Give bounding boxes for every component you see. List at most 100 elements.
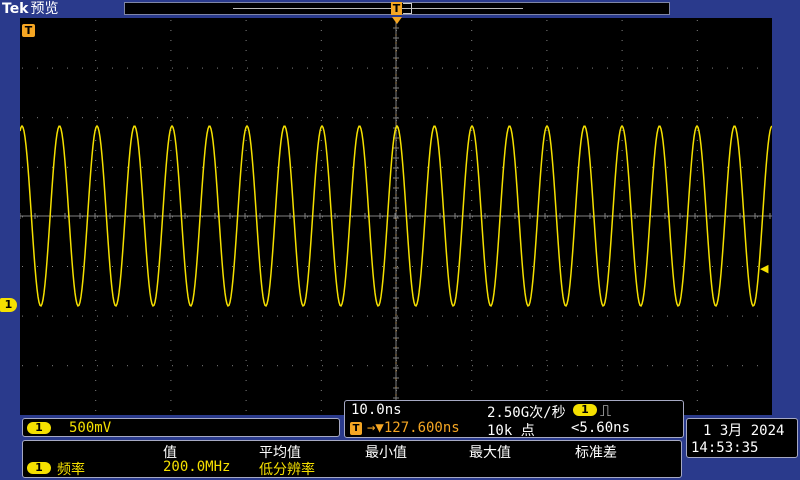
grid-dot <box>170 70 172 71</box>
grid-dot <box>546 160 548 161</box>
grid-dot <box>245 390 247 391</box>
grid-dot <box>546 20 548 21</box>
graticule <box>20 18 772 415</box>
grid-dot <box>546 230 548 231</box>
grid-dot <box>170 240 172 241</box>
grid-dot <box>696 100 698 101</box>
grid-dot <box>397 216 398 218</box>
grid-dot <box>22 67 23 69</box>
grid-dot <box>621 280 623 281</box>
date-time-readout[interactable]: 1 3月 2024 14:53:35 <box>686 418 798 458</box>
grid-dot <box>621 230 623 231</box>
grid-dot <box>547 315 548 317</box>
grid-dot <box>307 266 308 267</box>
grid-dot <box>157 266 158 267</box>
grid-dot <box>621 170 623 171</box>
grid-dot <box>217 117 218 119</box>
grid-dot <box>471 390 473 391</box>
grid-dot <box>757 117 758 119</box>
grid-dot <box>37 315 38 317</box>
grid-dot <box>696 230 698 231</box>
time: 14:53:35 <box>691 440 759 456</box>
trigger-level-marker[interactable]: ◀ <box>760 263 768 275</box>
grid-dot <box>471 230 473 231</box>
grid-dot <box>502 365 503 367</box>
grid-dot <box>37 365 38 367</box>
grid-dot <box>427 67 428 69</box>
grid-dot <box>727 315 728 317</box>
channel1-readout[interactable]: 1 500mV <box>22 418 340 437</box>
grid-dot <box>320 320 322 321</box>
grid-dot <box>667 266 668 267</box>
grid-dot <box>382 117 383 119</box>
grid-dot <box>337 315 338 317</box>
grid-dot <box>696 200 698 201</box>
trigger-position-marker[interactable]: T <box>22 24 35 37</box>
grid-dot <box>320 340 322 341</box>
grid-dot <box>547 266 548 267</box>
grid-dot <box>532 166 533 168</box>
grid-dot <box>696 380 698 381</box>
grid-dot <box>217 365 218 367</box>
grid-dot <box>667 67 668 69</box>
grid-dot <box>352 266 353 267</box>
grid-dot <box>412 266 413 267</box>
grid-dot <box>697 166 698 168</box>
grid-dot <box>696 360 698 361</box>
grid-dot <box>652 266 653 267</box>
grid-dot <box>607 166 608 168</box>
grid-dot <box>95 170 97 171</box>
grid-dot <box>322 315 323 317</box>
grid-dot <box>757 315 758 317</box>
grid-dot <box>487 365 488 367</box>
grid-dot <box>712 266 713 267</box>
grid-dot <box>170 150 172 151</box>
measurement-name: 频率 <box>57 462 85 478</box>
grid-dot <box>170 390 172 391</box>
grid-dot <box>112 266 113 267</box>
grid-dot <box>277 266 278 267</box>
grid-dot <box>52 315 53 317</box>
grid-dot <box>621 30 623 31</box>
grid-dot <box>427 117 428 119</box>
grid-dot <box>471 220 473 221</box>
grid-dot <box>95 310 97 311</box>
measurement-table[interactable]: 值 平均值 最小值 最大值 标准差 1 频率 200.0MHz 低分辨率 <box>22 440 682 478</box>
waveform-display[interactable] <box>20 18 772 415</box>
grid-dot <box>607 266 608 267</box>
grid-dot <box>245 190 247 191</box>
grid-dot <box>292 67 293 69</box>
grid-dot <box>245 400 247 401</box>
grid-dot <box>621 70 623 71</box>
grid-dot <box>547 216 548 218</box>
grid-dot <box>367 266 368 267</box>
horizontal-readout[interactable]: 10.0ns 2.50G次/秒 T →▼127.600ns 10k 点 1 ⎍ … <box>344 400 684 439</box>
acquisition-mode-label: 预览 <box>30 1 59 17</box>
grid-dot <box>95 140 97 141</box>
brand: Tek 预览 <box>2 0 59 18</box>
grid-dot <box>546 290 548 291</box>
grid-dot <box>37 216 38 218</box>
grid-dot <box>95 20 97 21</box>
grid-dot <box>277 117 278 119</box>
grid-dot <box>95 220 97 221</box>
grid-dot <box>337 365 338 367</box>
grid-dot <box>621 270 623 271</box>
grid-dot <box>292 166 293 168</box>
grid-dot <box>546 70 548 71</box>
grid-dot <box>487 166 488 168</box>
grid-dot <box>367 117 368 119</box>
grid-dot <box>696 180 698 181</box>
grid-dot <box>187 117 188 119</box>
grid-dot <box>637 266 638 267</box>
grid-dot <box>472 67 473 69</box>
grid-dot <box>245 150 247 151</box>
trigger-point-marker[interactable]: T <box>391 2 402 15</box>
grid-dot <box>245 330 247 331</box>
channel1-ground-marker[interactable]: 1 <box>0 298 17 312</box>
grid-dot <box>112 315 113 317</box>
grid-dot <box>247 315 248 317</box>
grid-dot <box>170 110 172 111</box>
grid-dot <box>757 166 758 168</box>
grid-dot <box>487 266 488 267</box>
